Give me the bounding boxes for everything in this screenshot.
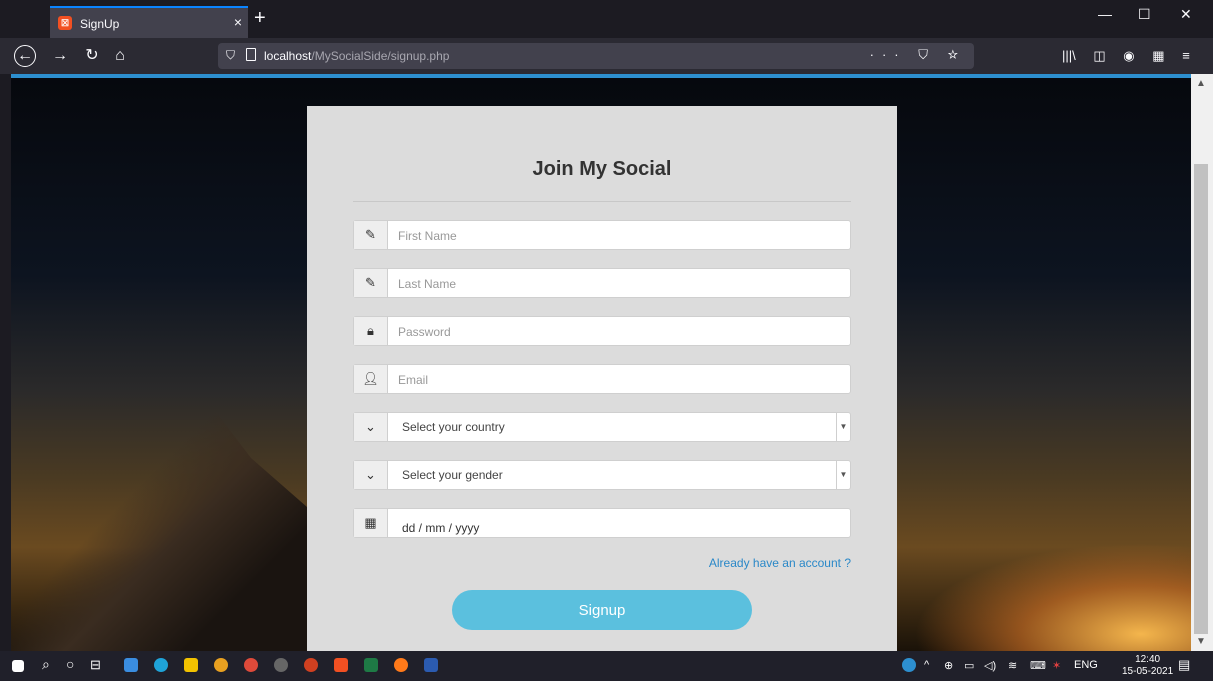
taskbar: ⌕ ○ ⊟ ^ ⊕ ▭ ◁) ≋ ⌨ ✶ ENG 12:40 15-05-202… (0, 651, 1213, 681)
search-icon[interactable]: ⌕ (42, 656, 50, 673)
password-input[interactable] (398, 323, 838, 341)
xampp-favicon-icon: ☒ (58, 16, 72, 30)
select-arrow-icon[interactable]: ▼ (836, 461, 850, 489)
back-arrow-icon[interactable]: ← (14, 45, 36, 67)
wifi-icon[interactable]: ≋ (1008, 659, 1017, 672)
app-icon[interactable] (214, 658, 228, 672)
network-icon[interactable]: ⊕ (944, 659, 953, 672)
page-scrollbar[interactable]: ▲ ▼ (1191, 74, 1213, 651)
language-indicator[interactable]: ENG (1074, 659, 1098, 671)
task-view-icon[interactable]: ⊟ (90, 657, 101, 673)
antivirus-icon[interactable]: ✶ (1052, 659, 1061, 672)
form-title: Join My Social (532, 158, 672, 180)
firefox-icon[interactable] (394, 658, 408, 672)
calendar-icon: ▦ (354, 509, 388, 537)
signup-card: Join My Social ✎ ✎ 🔒︎ 👤︎ ⌄ Select your c… (307, 106, 897, 666)
volume-icon[interactable]: ◁) (984, 659, 996, 672)
scrollbar-thumb[interactable] (1194, 164, 1208, 634)
chevron-down-icon: ⌄ (354, 461, 388, 489)
minimize-button[interactable]: — (1098, 6, 1112, 22)
chrome-icon[interactable] (244, 658, 258, 672)
menu-icon[interactable]: ≡ (1182, 48, 1190, 63)
login-link[interactable]: Already have an account ? (709, 556, 851, 570)
country-select[interactable]: ⌄ Select your country ▼ (353, 412, 851, 442)
tab-signup[interactable]: ☒ SignUp × (50, 6, 248, 38)
powerpoint-icon[interactable] (304, 658, 318, 672)
home-icon[interactable]: ⌂ (108, 45, 132, 67)
first-name-input[interactable] (398, 227, 838, 245)
shield-icon[interactable]: ⛉ (226, 48, 235, 63)
url-action-icons[interactable]: ··· ⛉ ☆ (870, 47, 966, 63)
chevron-down-icon: ⌄ (354, 413, 388, 441)
notifications-icon[interactable]: ▤ (1178, 657, 1190, 673)
url-text[interactable]: localhost/MySocialSide/signup.php (264, 49, 449, 63)
last-name-field: ✎ (353, 268, 851, 298)
password-field: 🔒︎ (353, 316, 851, 346)
desktop-app-icon[interactable] (124, 658, 138, 672)
url-path: /MySocialSide/signup.php (311, 49, 450, 63)
clock[interactable]: 12:40 15-05-2021 (1122, 654, 1173, 678)
tab-strip: ☒ SignUp × + — ☐ ✕ (0, 0, 1213, 38)
clock-time: 12:40 (1135, 654, 1161, 665)
clock-date: 15-05-2021 (1122, 666, 1174, 677)
account-icon[interactable]: ◉ (1123, 48, 1134, 64)
tab-title: SignUp (80, 17, 120, 31)
tab-close-button[interactable]: × (234, 14, 242, 30)
cortana-icon[interactable]: ○ (66, 656, 74, 672)
title-divider (353, 201, 851, 202)
select-arrow-icon[interactable]: ▼ (836, 413, 850, 441)
edge-icon[interactable] (154, 658, 168, 672)
gender-select[interactable]: ⌄ Select your gender ▼ (353, 460, 851, 490)
xampp-icon[interactable] (334, 658, 348, 672)
first-name-field: ✎ (353, 220, 851, 250)
page-icon (246, 48, 256, 61)
extension-icon[interactable]: ▦ (1152, 48, 1164, 64)
excel-icon[interactable] (364, 658, 378, 672)
country-select-value: Select your country (402, 420, 505, 434)
signup-button[interactable]: Signup (452, 590, 752, 630)
toolbar-right: |||\ ◫ ◉ ▦ ≡ (1062, 48, 1204, 64)
word-icon[interactable] (424, 658, 438, 672)
lock-icon: 🔒︎ (354, 317, 388, 345)
pencil-icon: ✎ (354, 269, 388, 297)
new-tab-button[interactable]: + (254, 8, 266, 28)
close-window-button[interactable]: ✕ (1180, 6, 1192, 23)
email-input[interactable] (398, 371, 838, 389)
url-host: localhost (264, 49, 312, 63)
gender-select-value: Select your gender (402, 468, 503, 482)
forward-arrow-icon[interactable]: → (48, 45, 72, 67)
app-icon[interactable] (274, 658, 288, 672)
pencil-icon: ✎ (354, 221, 388, 249)
help-icon[interactable] (902, 658, 916, 672)
birthdate-input[interactable]: dd / mm / yyyy (402, 521, 479, 535)
reload-icon[interactable]: ↻ (80, 45, 104, 67)
scroll-up-icon[interactable]: ▲ (1196, 78, 1206, 89)
chevron-up-icon[interactable]: ^ (924, 659, 929, 671)
email-field: 👤︎ (353, 364, 851, 394)
page-top-line (11, 74, 1191, 78)
scroll-down-icon[interactable]: ▼ (1196, 636, 1206, 647)
mountain-background (11, 374, 331, 651)
nav-bar: ← → ↻ ⌂ ⛉ localhost/MySocialSide/signup.… (0, 38, 1213, 74)
user-icon: 👤︎ (354, 365, 388, 393)
keyboard-icon[interactable]: ⌨ (1030, 659, 1046, 672)
windows-start-icon[interactable] (12, 660, 24, 672)
library-icon[interactable]: |||\ (1062, 48, 1076, 63)
sidebar-icon[interactable]: ◫ (1093, 48, 1105, 64)
url-bar[interactable]: ⛉ localhost/MySocialSide/signup.php ··· … (218, 43, 974, 69)
maximize-button[interactable]: ☐ (1138, 6, 1151, 23)
battery-icon[interactable]: ▭ (964, 659, 974, 672)
birthdate-field[interactable]: ▦ dd / mm / yyyy (353, 508, 851, 538)
file-explorer-icon[interactable] (184, 658, 198, 672)
last-name-input[interactable] (398, 275, 838, 293)
